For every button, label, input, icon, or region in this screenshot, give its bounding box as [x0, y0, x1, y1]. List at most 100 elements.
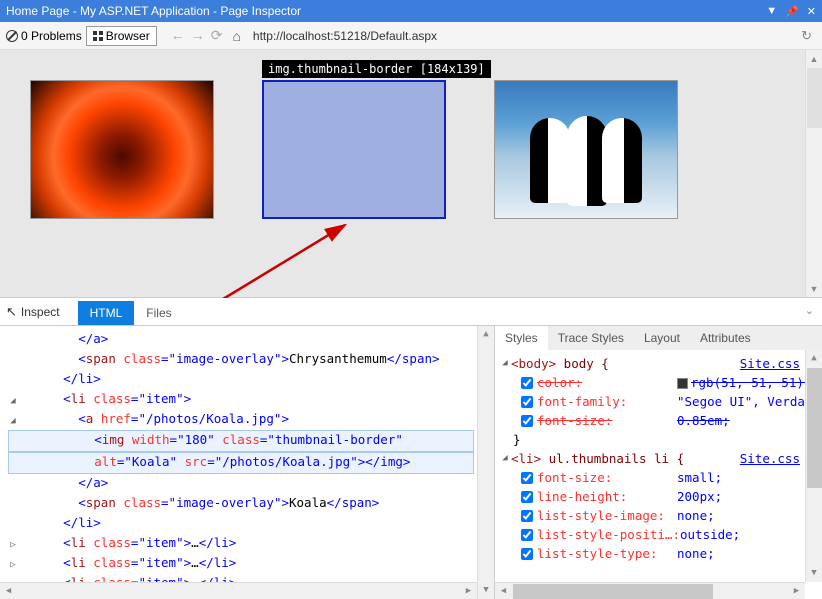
scroll-thumb[interactable]	[807, 368, 822, 488]
scroll-right-icon[interactable]: ▶	[460, 583, 477, 599]
code-line[interactable]: </li>	[8, 514, 494, 534]
tab-attributes[interactable]: Attributes	[690, 326, 761, 350]
grid-icon	[93, 31, 103, 41]
css-property-row[interactable]: color:rgb(51, 51, 51);	[499, 373, 822, 392]
nav-back-icon[interactable]: ←	[171, 27, 185, 44]
css-property-row[interactable]: list-style-type:none;	[499, 544, 822, 563]
tab-styles[interactable]: Styles	[495, 326, 548, 350]
window-pin-icon[interactable]: 📌	[785, 5, 799, 18]
window-dropdown-icon[interactable]: ▼	[766, 5, 777, 18]
css-prop-name: list-style-image:	[537, 506, 677, 525]
code-line[interactable]: </li>	[8, 370, 494, 390]
browser-button[interactable]: Browser	[86, 26, 157, 46]
code-line[interactable]: </a>	[8, 474, 494, 494]
html-source-panel: </a> <span class="image-overlay">Chrysan…	[0, 326, 494, 599]
home-icon[interactable]: ⌂	[232, 28, 240, 44]
css-prop-value: "Segoe UI", Verda;	[677, 392, 812, 411]
css-property-row[interactable]: line-height:200px;	[499, 487, 822, 506]
css-prop-name: font-family:	[537, 392, 677, 411]
css-rule-header[interactable]: ◢<li> ul.thumbnails li {Site.css	[499, 449, 822, 468]
css-prop-checkbox[interactable]	[521, 415, 533, 427]
scroll-down-icon[interactable]: ▼	[478, 582, 494, 599]
nav-forward-icon[interactable]: →	[191, 27, 205, 44]
css-prop-value: outside;	[680, 525, 740, 544]
styles-scrollbar-horizontal[interactable]: ◀ ▶	[495, 582, 805, 599]
styles-scrollbar-vertical[interactable]: ▲ ▼	[805, 350, 822, 582]
scroll-thumb[interactable]	[807, 68, 822, 128]
scroll-down-icon[interactable]: ▼	[806, 280, 822, 297]
css-source-link[interactable]: Site.css	[740, 449, 800, 468]
css-property-row[interactable]: list-style-image:none;	[499, 506, 822, 525]
css-prop-checkbox[interactable]	[521, 491, 533, 503]
inspect-tooltip: img.thumbnail-border [184x139]	[262, 60, 491, 78]
css-prop-checkbox[interactable]	[521, 548, 533, 560]
css-prop-checkbox[interactable]	[521, 377, 533, 389]
styles-tabs: Styles Trace Styles Layout Attributes	[495, 326, 822, 350]
ban-icon	[6, 30, 18, 42]
code-line-selected[interactable]: <img width="180" class="thumbnail-border…	[8, 430, 474, 452]
nav-refresh-icon[interactable]: ⟳	[211, 27, 223, 44]
url-display[interactable]: http://localhost:51218/Default.aspx	[253, 29, 797, 43]
css-prop-name: font-size:	[537, 468, 677, 487]
html-scrollbar-horizontal[interactable]: ◀ ▶	[0, 582, 477, 599]
css-rule-header[interactable]: ◢<body> body {Site.css	[499, 354, 822, 373]
inspector-tabs: ↖ Inspect HTML Files ⌄	[0, 298, 822, 326]
thumbnail-koala-wrap: img.thumbnail-border [184x139]	[262, 80, 446, 297]
styles-panel: Styles Trace Styles Layout Attributes ◢<…	[494, 326, 822, 599]
thumbnail-chrysanthemum[interactable]	[30, 80, 214, 219]
tab-html[interactable]: HTML	[78, 301, 135, 325]
css-rule-close: }	[499, 430, 822, 449]
chevron-down-icon[interactable]: ⌄	[805, 304, 814, 317]
window-close-icon[interactable]: ✕	[807, 5, 816, 18]
tab-trace-styles[interactable]: Trace Styles	[548, 326, 634, 350]
css-property-row[interactable]: font-size:small;	[499, 468, 822, 487]
tab-files[interactable]: Files	[134, 301, 183, 325]
styles-body: ◢<body> body {Site.csscolor:rgb(51, 51, …	[495, 350, 822, 599]
css-prop-name: line-height:	[537, 487, 677, 506]
css-prop-value: small;	[677, 468, 722, 487]
scroll-up-icon[interactable]: ▲	[806, 50, 822, 67]
window-controls: ▼ 📌 ✕	[766, 5, 816, 18]
code-line[interactable]: ▷ <li class="item">…</li>	[8, 554, 494, 574]
scroll-right-icon[interactable]: ▶	[788, 583, 805, 599]
scroll-left-icon[interactable]: ◀	[495, 583, 512, 599]
inspect-button[interactable]: ↖ Inspect	[6, 304, 60, 325]
browser-preview: img.thumbnail-border [184x139] ▲ ▼	[0, 50, 822, 298]
css-prop-value: rgb(51, 51, 51);	[677, 373, 811, 392]
code-line[interactable]: ◢ <li class="item">	[8, 390, 494, 410]
toolbar: 0 Problems Browser ← → ⟳ ⌂ http://localh…	[0, 22, 822, 50]
css-prop-checkbox[interactable]	[521, 472, 533, 484]
css-prop-value: 200px;	[677, 487, 722, 506]
css-prop-name: list-style-positi…:	[537, 525, 680, 544]
window-title: Home Page - My ASP.NET Application - Pag…	[6, 4, 301, 18]
cursor-icon: ↖	[6, 304, 17, 320]
code-line[interactable]: ◢ <a href="/photos/Koala.jpg">	[8, 410, 494, 430]
code-line[interactable]: </a>	[8, 330, 494, 350]
code-line[interactable]: ▷ <li class="item">…</li>	[8, 534, 494, 554]
scroll-down-icon[interactable]: ▼	[806, 565, 822, 582]
problems-indicator[interactable]: 0 Problems	[6, 29, 82, 43]
code-line-selected[interactable]: alt="Koala" src="/photos/Koala.jpg"></im…	[8, 452, 474, 474]
css-property-row[interactable]: font-family:"Segoe UI", Verda;	[499, 392, 822, 411]
css-prop-name: color:	[537, 373, 677, 392]
scroll-up-icon[interactable]: ▲	[478, 326, 494, 343]
html-scrollbar-vertical[interactable]: ▲ ▼	[477, 326, 494, 599]
tab-layout[interactable]: Layout	[634, 326, 690, 350]
scroll-left-icon[interactable]: ◀	[0, 583, 17, 599]
css-prop-checkbox[interactable]	[521, 396, 533, 408]
thumbnail-penguins[interactable]	[494, 80, 678, 219]
css-property-row[interactable]: list-style-positi…:outside;	[499, 525, 822, 544]
css-prop-value: none;	[677, 506, 715, 525]
css-prop-checkbox[interactable]	[521, 529, 533, 541]
thumbnail-koala-selected[interactable]	[262, 80, 446, 219]
code-line[interactable]: <span class="image-overlay">Chrysanthemu…	[8, 350, 494, 370]
preview-scrollbar-vertical[interactable]: ▲ ▼	[805, 50, 822, 297]
css-prop-checkbox[interactable]	[521, 510, 533, 522]
css-source-link[interactable]: Site.css	[740, 354, 800, 373]
scroll-thumb[interactable]	[513, 584, 713, 599]
code-line[interactable]: <span class="image-overlay">Koala</span>	[8, 494, 494, 514]
scroll-up-icon[interactable]: ▲	[806, 350, 822, 367]
css-property-row[interactable]: font-size:0.85em;	[499, 411, 822, 430]
url-refresh-icon[interactable]: ↻	[801, 28, 812, 44]
nav-icons: ← → ⟳	[171, 27, 223, 44]
